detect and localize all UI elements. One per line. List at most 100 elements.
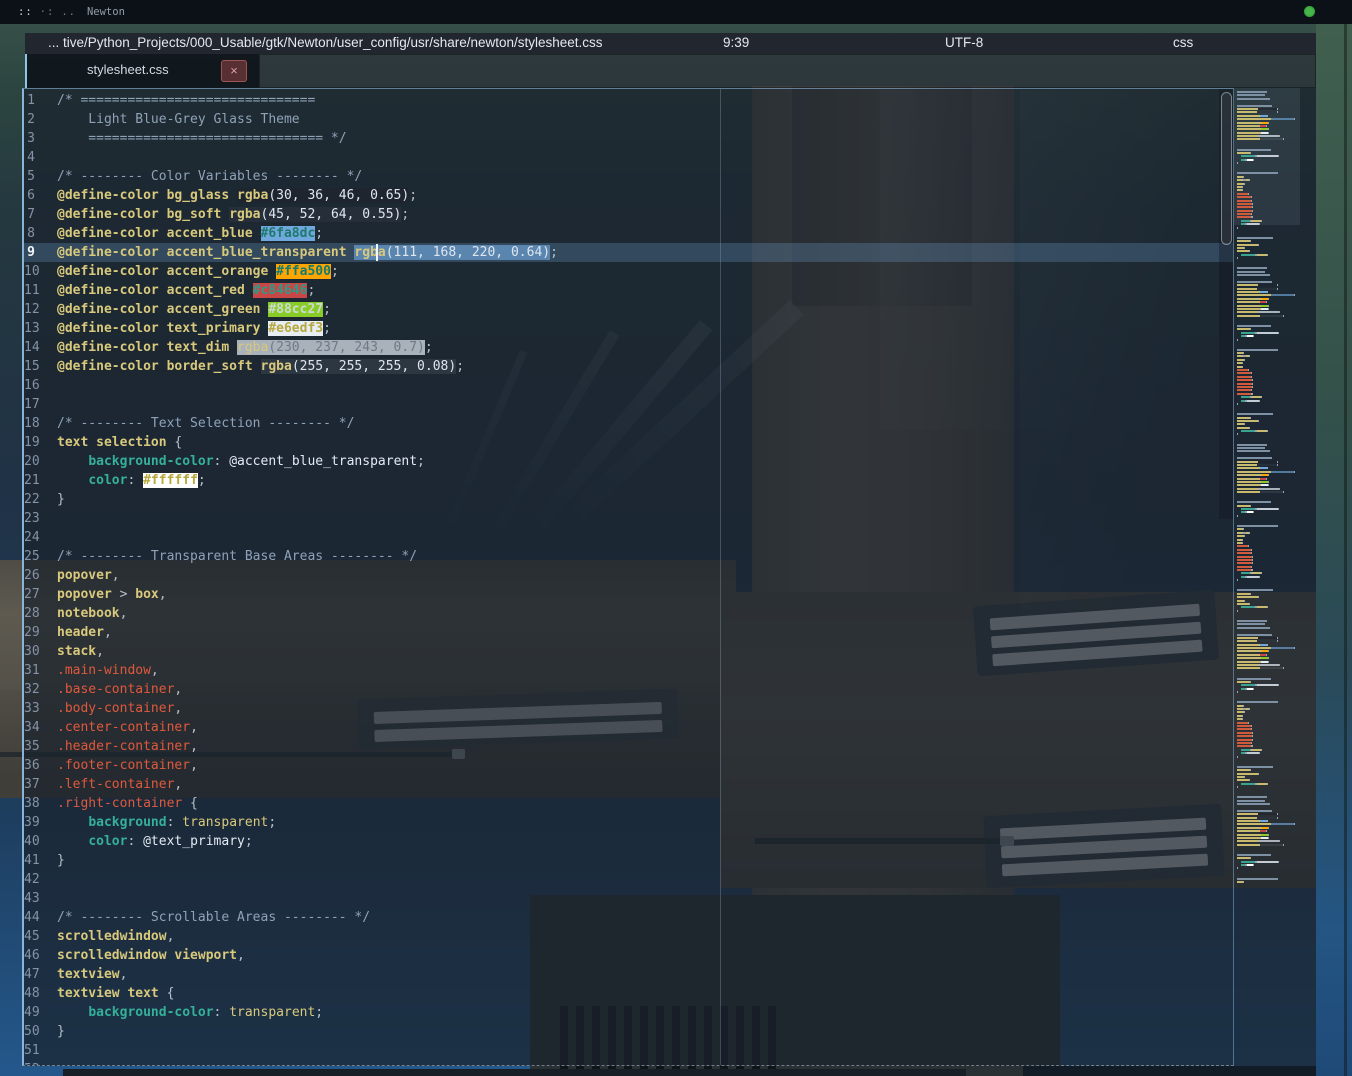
status-bar: ... tive/Python_Projects/000_Usable/gtk/… bbox=[25, 33, 1316, 54]
code-line: 16 bbox=[24, 376, 1233, 395]
code-line: 35.header-container, bbox=[24, 737, 1233, 756]
code-line: 7@define-color bg_soft rgba(45, 52, 64, … bbox=[24, 205, 1233, 224]
code-line: 41} bbox=[24, 851, 1233, 870]
code-line: 39 background: transparent; bbox=[24, 813, 1233, 832]
line-number: 29 bbox=[24, 623, 57, 642]
line-number: 7 bbox=[24, 205, 57, 224]
code-line: 36.footer-container, bbox=[24, 756, 1233, 775]
line-number: 37 bbox=[24, 775, 57, 794]
line-number: 41 bbox=[24, 851, 57, 870]
code-line: 18/* -------- Text Selection -------- */ bbox=[24, 414, 1233, 433]
line-number: 27 bbox=[24, 585, 57, 604]
line-number: 50 bbox=[24, 1022, 57, 1041]
code-line: 1/* ============================== bbox=[24, 91, 1233, 110]
line-number: 39 bbox=[24, 813, 57, 832]
line-number: 17 bbox=[24, 395, 57, 414]
code-line: 12@define-color accent_green #88cc27; bbox=[24, 300, 1233, 319]
code-line: 3 ============================== */ bbox=[24, 129, 1233, 148]
code-line: 28notebook, bbox=[24, 604, 1233, 623]
code-line: 24 bbox=[24, 528, 1233, 547]
line-number: 46 bbox=[24, 946, 57, 965]
line-number: 2 bbox=[24, 110, 57, 129]
line-number: 42 bbox=[24, 870, 57, 889]
code-line: 19text selection { bbox=[24, 433, 1233, 452]
text-caret bbox=[376, 244, 378, 261]
line-number: 31 bbox=[24, 661, 57, 680]
code-line: 37.left-container, bbox=[24, 775, 1233, 794]
code-line: 11@define-color accent_red #c84646; bbox=[24, 281, 1233, 300]
wallpaper-bottom-bar bbox=[63, 1069, 966, 1076]
code-line: 15@define-color border_soft rgba(255, 25… bbox=[24, 357, 1233, 376]
code-line: 51 bbox=[24, 1041, 1233, 1060]
close-icon[interactable]: × bbox=[221, 60, 247, 82]
code-line: 47textview, bbox=[24, 965, 1233, 984]
line-number: 13 bbox=[24, 319, 57, 338]
code-line: 17 bbox=[24, 395, 1233, 414]
code-editor[interactable]: 1/* ==============================2 Ligh… bbox=[22, 88, 1234, 1066]
line-number: 22 bbox=[24, 490, 57, 509]
window-title: Newton bbox=[87, 6, 125, 18]
line-number: 10 bbox=[24, 262, 57, 281]
tab-label: stylesheet.css bbox=[87, 62, 169, 77]
tab-stylesheet-css[interactable]: stylesheet.css × bbox=[27, 54, 259, 88]
line-number: 26 bbox=[24, 566, 57, 585]
code-line: 44/* -------- Scrollable Areas -------- … bbox=[24, 908, 1233, 927]
code-line: 20 background-color: @accent_blue_transp… bbox=[24, 452, 1233, 471]
line-number: 4 bbox=[24, 148, 57, 167]
code-line: 46scrolledwindow viewport, bbox=[24, 946, 1233, 965]
line-number: 24 bbox=[24, 528, 57, 547]
code-line: 34.center-container, bbox=[24, 718, 1233, 737]
tab-bar-empty-area bbox=[259, 54, 1316, 88]
code-line: 21 color: #ffffff; bbox=[24, 471, 1233, 490]
line-number: 16 bbox=[24, 376, 57, 395]
line-number: 11 bbox=[24, 281, 57, 300]
code-line: 31.main-window, bbox=[24, 661, 1233, 680]
line-number: 20 bbox=[24, 452, 57, 471]
tab-bar: stylesheet.css × bbox=[25, 54, 1316, 88]
line-number: 51 bbox=[24, 1041, 57, 1060]
line-number: 28 bbox=[24, 604, 57, 623]
code-line: 33.body-container, bbox=[24, 699, 1233, 718]
line-number: 18 bbox=[24, 414, 57, 433]
workspace-indicators: :: ·: .. bbox=[18, 6, 76, 18]
line-number: 3 bbox=[24, 129, 57, 148]
workspace-tag-icon[interactable]: .. bbox=[61, 6, 76, 18]
line-number: 23 bbox=[24, 509, 57, 528]
code-line: 38.right-container { bbox=[24, 794, 1233, 813]
code-line: 14@define-color text_dim rgba(230, 237, … bbox=[24, 338, 1233, 357]
code-line: 26popover, bbox=[24, 566, 1233, 585]
minimap[interactable] bbox=[1237, 91, 1297, 891]
line-number: 45 bbox=[24, 927, 57, 946]
code-line: 9@define-color accent_blue_transparent r… bbox=[24, 243, 1233, 262]
line-number: 19 bbox=[24, 433, 57, 452]
workspace-tag-icon[interactable]: :: bbox=[18, 6, 33, 18]
code-line: 27popover > box, bbox=[24, 585, 1233, 604]
window-titlebar: :: ·: .. Newton bbox=[0, 0, 1352, 24]
language-label: css bbox=[1173, 35, 1193, 50]
line-number: 33 bbox=[24, 699, 57, 718]
line-number: 6 bbox=[24, 186, 57, 205]
line-number: 9 bbox=[24, 243, 57, 262]
code-line: 50} bbox=[24, 1022, 1233, 1041]
line-number: 1 bbox=[24, 91, 57, 110]
wallpaper-bottom-dark bbox=[1023, 1066, 1316, 1076]
code-line: 52 bbox=[24, 1060, 1233, 1066]
line-number: 8 bbox=[24, 224, 57, 243]
line-number: 40 bbox=[24, 832, 57, 851]
workspace-tag-icon[interactable]: ·: bbox=[40, 6, 55, 18]
line-number: 48 bbox=[24, 984, 57, 1003]
code-text-area[interactable]: 1/* ==============================2 Ligh… bbox=[24, 91, 1233, 1066]
vertical-scrollbar-thumb[interactable] bbox=[1221, 92, 1232, 245]
line-number: 43 bbox=[24, 889, 57, 908]
code-line: 42 bbox=[24, 870, 1233, 889]
line-number: 49 bbox=[24, 1003, 57, 1022]
line-number: 44 bbox=[24, 908, 57, 927]
line-number: 15 bbox=[24, 357, 57, 376]
code-line: 45scrolledwindow, bbox=[24, 927, 1233, 946]
wallpaper-right-strip bbox=[1316, 0, 1352, 1076]
code-line: 6@define-color bg_glass rgba(30, 36, 46,… bbox=[24, 186, 1233, 205]
code-line: 29header, bbox=[24, 623, 1233, 642]
code-line: 48textview text { bbox=[24, 984, 1233, 1003]
line-number: 5 bbox=[24, 167, 57, 186]
code-line: 30stack, bbox=[24, 642, 1233, 661]
